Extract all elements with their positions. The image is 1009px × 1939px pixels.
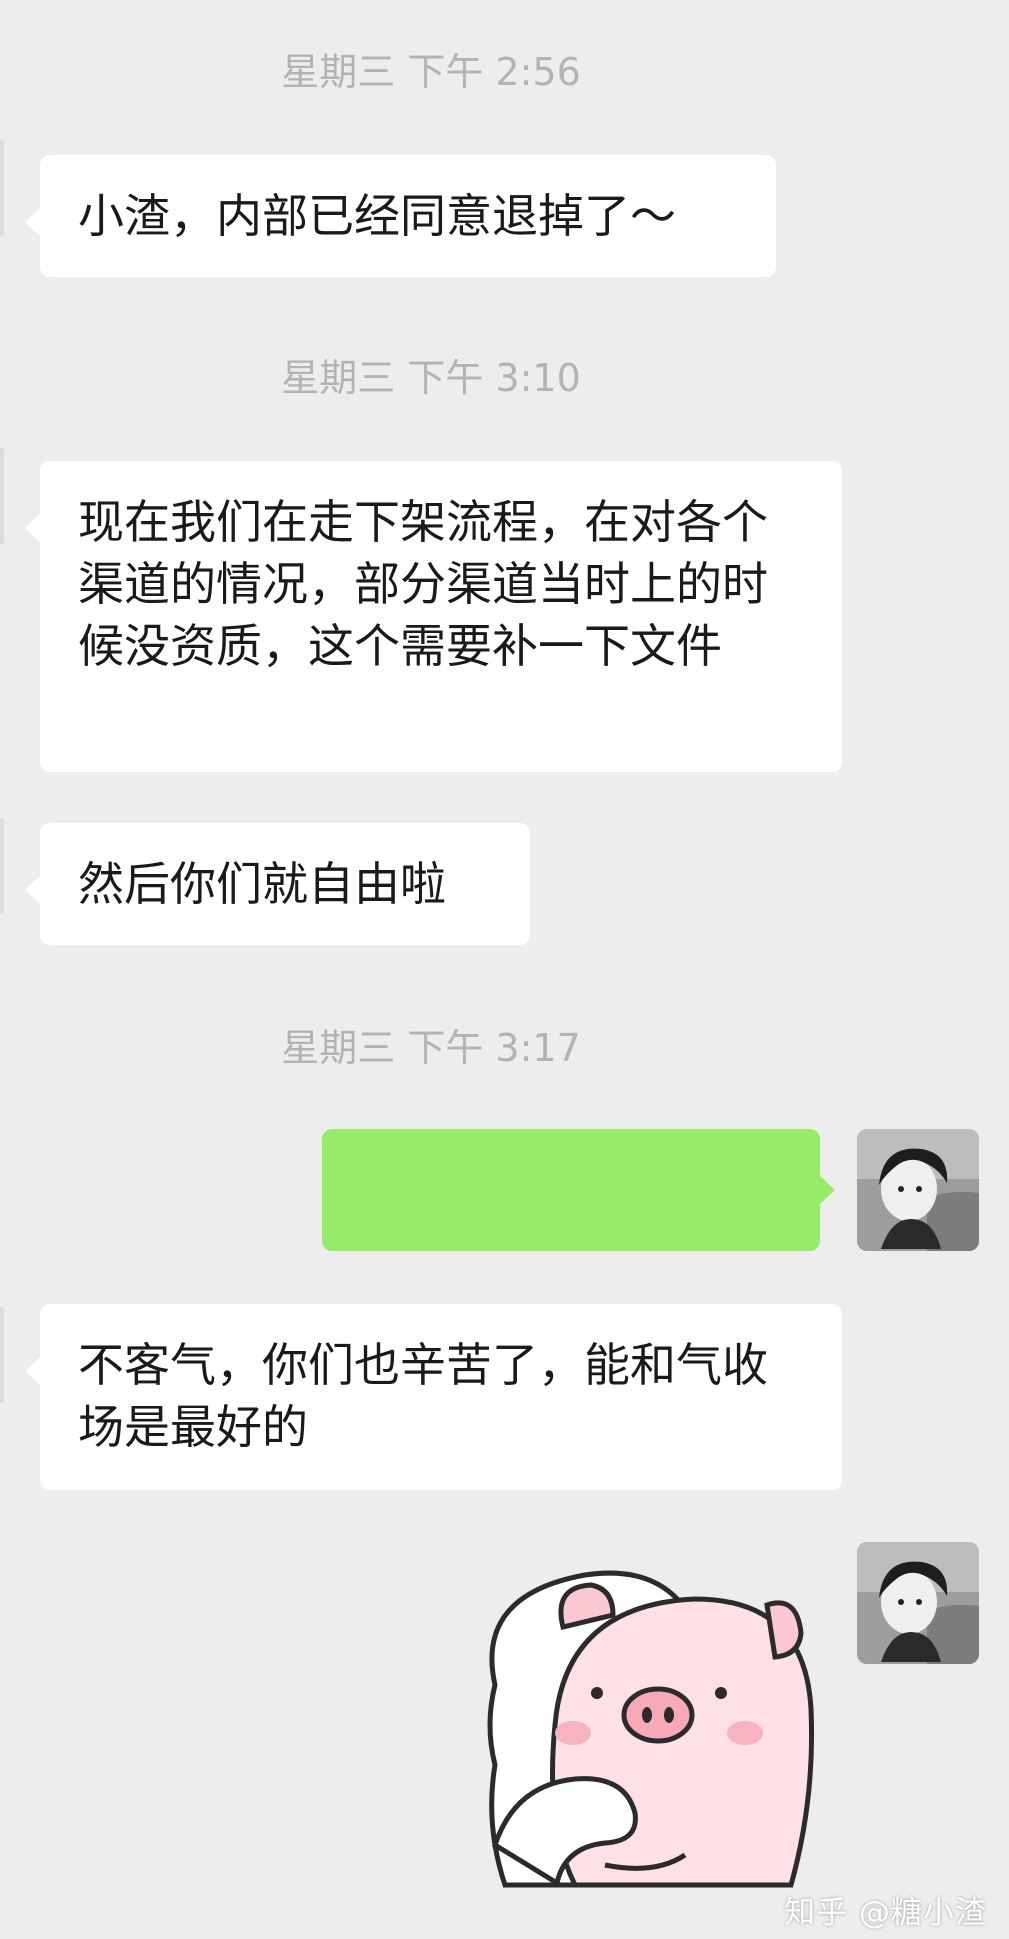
- timestamp: 星期三 下午 2:56: [281, 50, 581, 94]
- message-bubble[interactable]: 现在我们在走下架流程，在对各个渠道的情况，部分渠道当时上的时候没资质，这个需要补…: [25, 461, 842, 772]
- avatar[interactable]: [0, 1307, 4, 1403]
- timestamp: 星期三 下午 3:17: [281, 1026, 581, 1070]
- message-bubble-sent[interactable]: 谢谢: [322, 1129, 835, 1488]
- message-bubble[interactable]: 小渣，内部已经同意退掉了～: [25, 155, 776, 277]
- watermark: 知乎 @糖小渣: [784, 1895, 987, 1931]
- avatar[interactable]: [857, 1542, 979, 1664]
- timestamp: 星期三 下午 3:10: [281, 356, 581, 400]
- avatar[interactable]: [857, 1129, 979, 1251]
- avatar[interactable]: [0, 448, 4, 544]
- avatar[interactable]: [0, 818, 4, 914]
- message-bubble[interactable]: 然后你们就自由啦: [25, 823, 530, 945]
- pig-hug-sticker[interactable]: [455, 1565, 825, 1905]
- message-bubble[interactable]: 不客气，你们也辛苦了，能和气收场是最好的: [25, 1304, 842, 1490]
- avatar[interactable]: [0, 140, 4, 236]
